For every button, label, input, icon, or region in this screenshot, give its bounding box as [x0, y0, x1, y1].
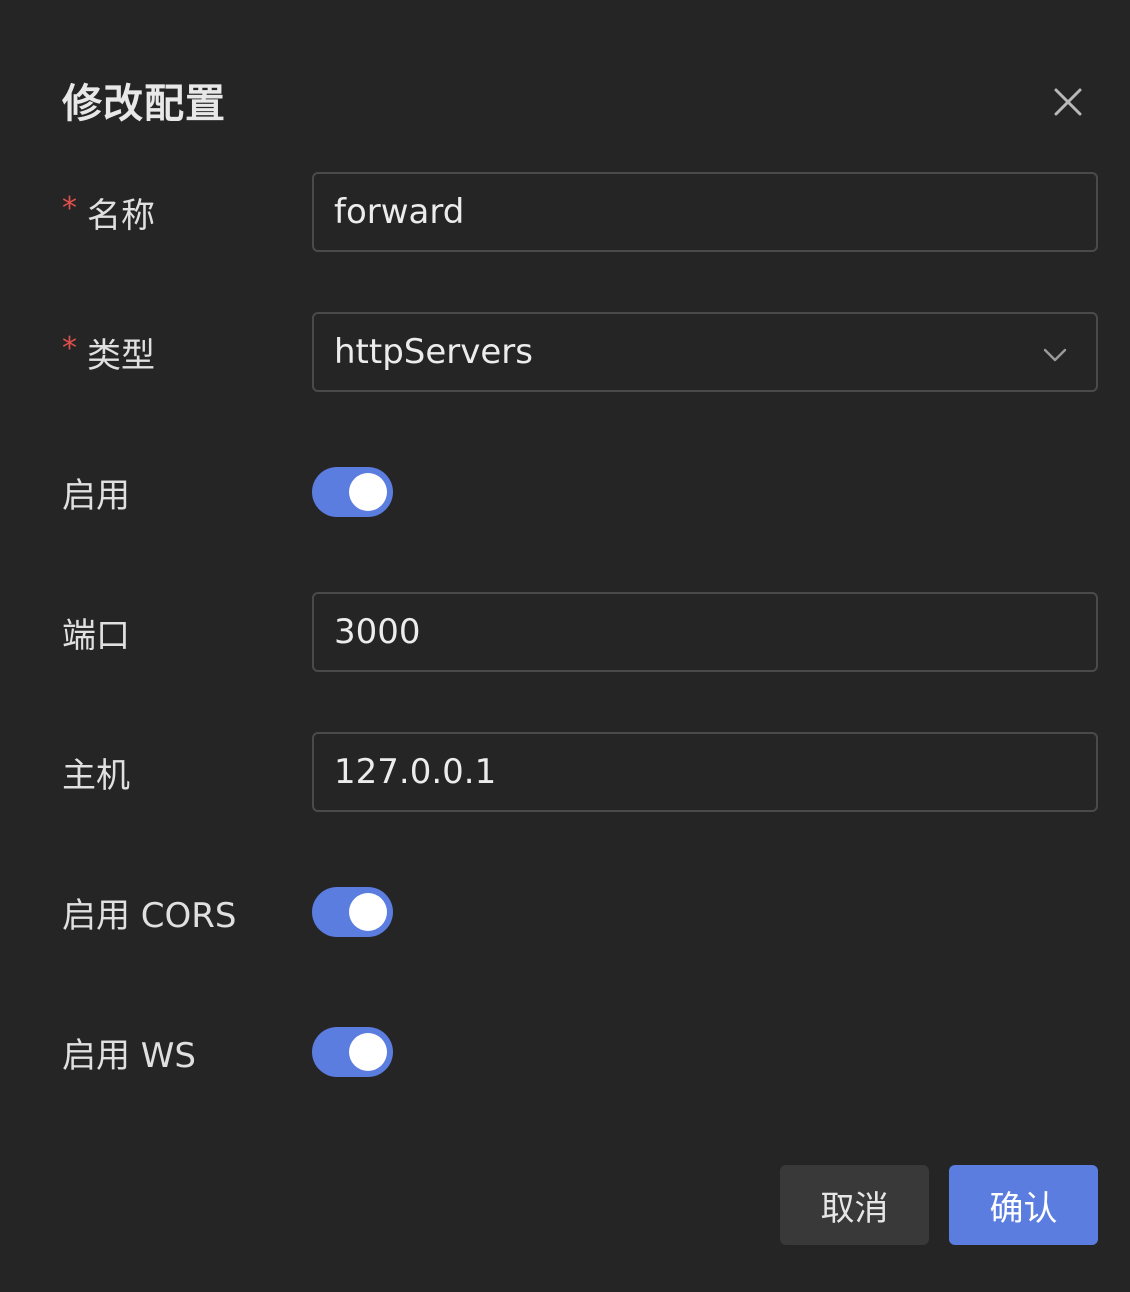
form-row-enable: 启用	[0, 452, 1130, 532]
form-row-type: * 类型 httpServers	[0, 312, 1130, 392]
host-input-value: 127.0.0.1	[334, 752, 497, 792]
form-row-name: * 名称 forward	[0, 172, 1130, 252]
close-button[interactable]	[1046, 80, 1090, 124]
host-input[interactable]: 127.0.0.1	[312, 732, 1098, 812]
form-row-enable-ws: 启用 WS	[0, 1012, 1130, 1092]
enable-ws-toggle[interactable]	[312, 1027, 393, 1077]
required-mark: *	[62, 190, 77, 226]
form-row-port: 端口 3000	[0, 592, 1130, 672]
type-label-text: 类型	[87, 335, 155, 376]
type-label: * 类型	[62, 312, 155, 392]
close-icon	[1054, 88, 1082, 116]
name-label: * 名称	[62, 172, 155, 252]
name-input-value: forward	[334, 192, 465, 232]
toggle-knob	[349, 893, 387, 931]
enable-label: 启用	[62, 475, 130, 516]
toggle-knob	[349, 473, 387, 511]
enable-toggle[interactable]	[312, 467, 393, 517]
form-row-host: 主机 127.0.0.1	[0, 732, 1130, 812]
host-label: 主机	[62, 755, 130, 796]
cancel-button[interactable]: 取消	[780, 1165, 929, 1245]
type-select-value: httpServers	[334, 332, 534, 372]
enable-ws-label: 启用 WS	[62, 1035, 197, 1076]
toggle-knob	[349, 1033, 387, 1071]
enable-cors-label: 启用 CORS	[62, 895, 237, 936]
dialog-title: 修改配置	[62, 81, 226, 127]
form-row-enable-cors: 启用 CORS	[0, 872, 1130, 952]
chevron-down-icon	[1043, 348, 1067, 362]
enable-cors-toggle[interactable]	[312, 887, 393, 937]
edit-config-dialog: 修改配置 * 名称 forward * 类型 httpServers 启用 端口…	[0, 0, 1130, 1292]
type-select[interactable]: httpServers	[312, 312, 1098, 392]
name-input[interactable]: forward	[312, 172, 1098, 252]
port-input[interactable]: 3000	[312, 592, 1098, 672]
required-mark: *	[62, 330, 77, 366]
port-label: 端口	[62, 615, 130, 656]
confirm-button[interactable]: 确认	[949, 1165, 1098, 1245]
name-label-text: 名称	[87, 195, 155, 236]
port-input-value: 3000	[334, 612, 421, 652]
